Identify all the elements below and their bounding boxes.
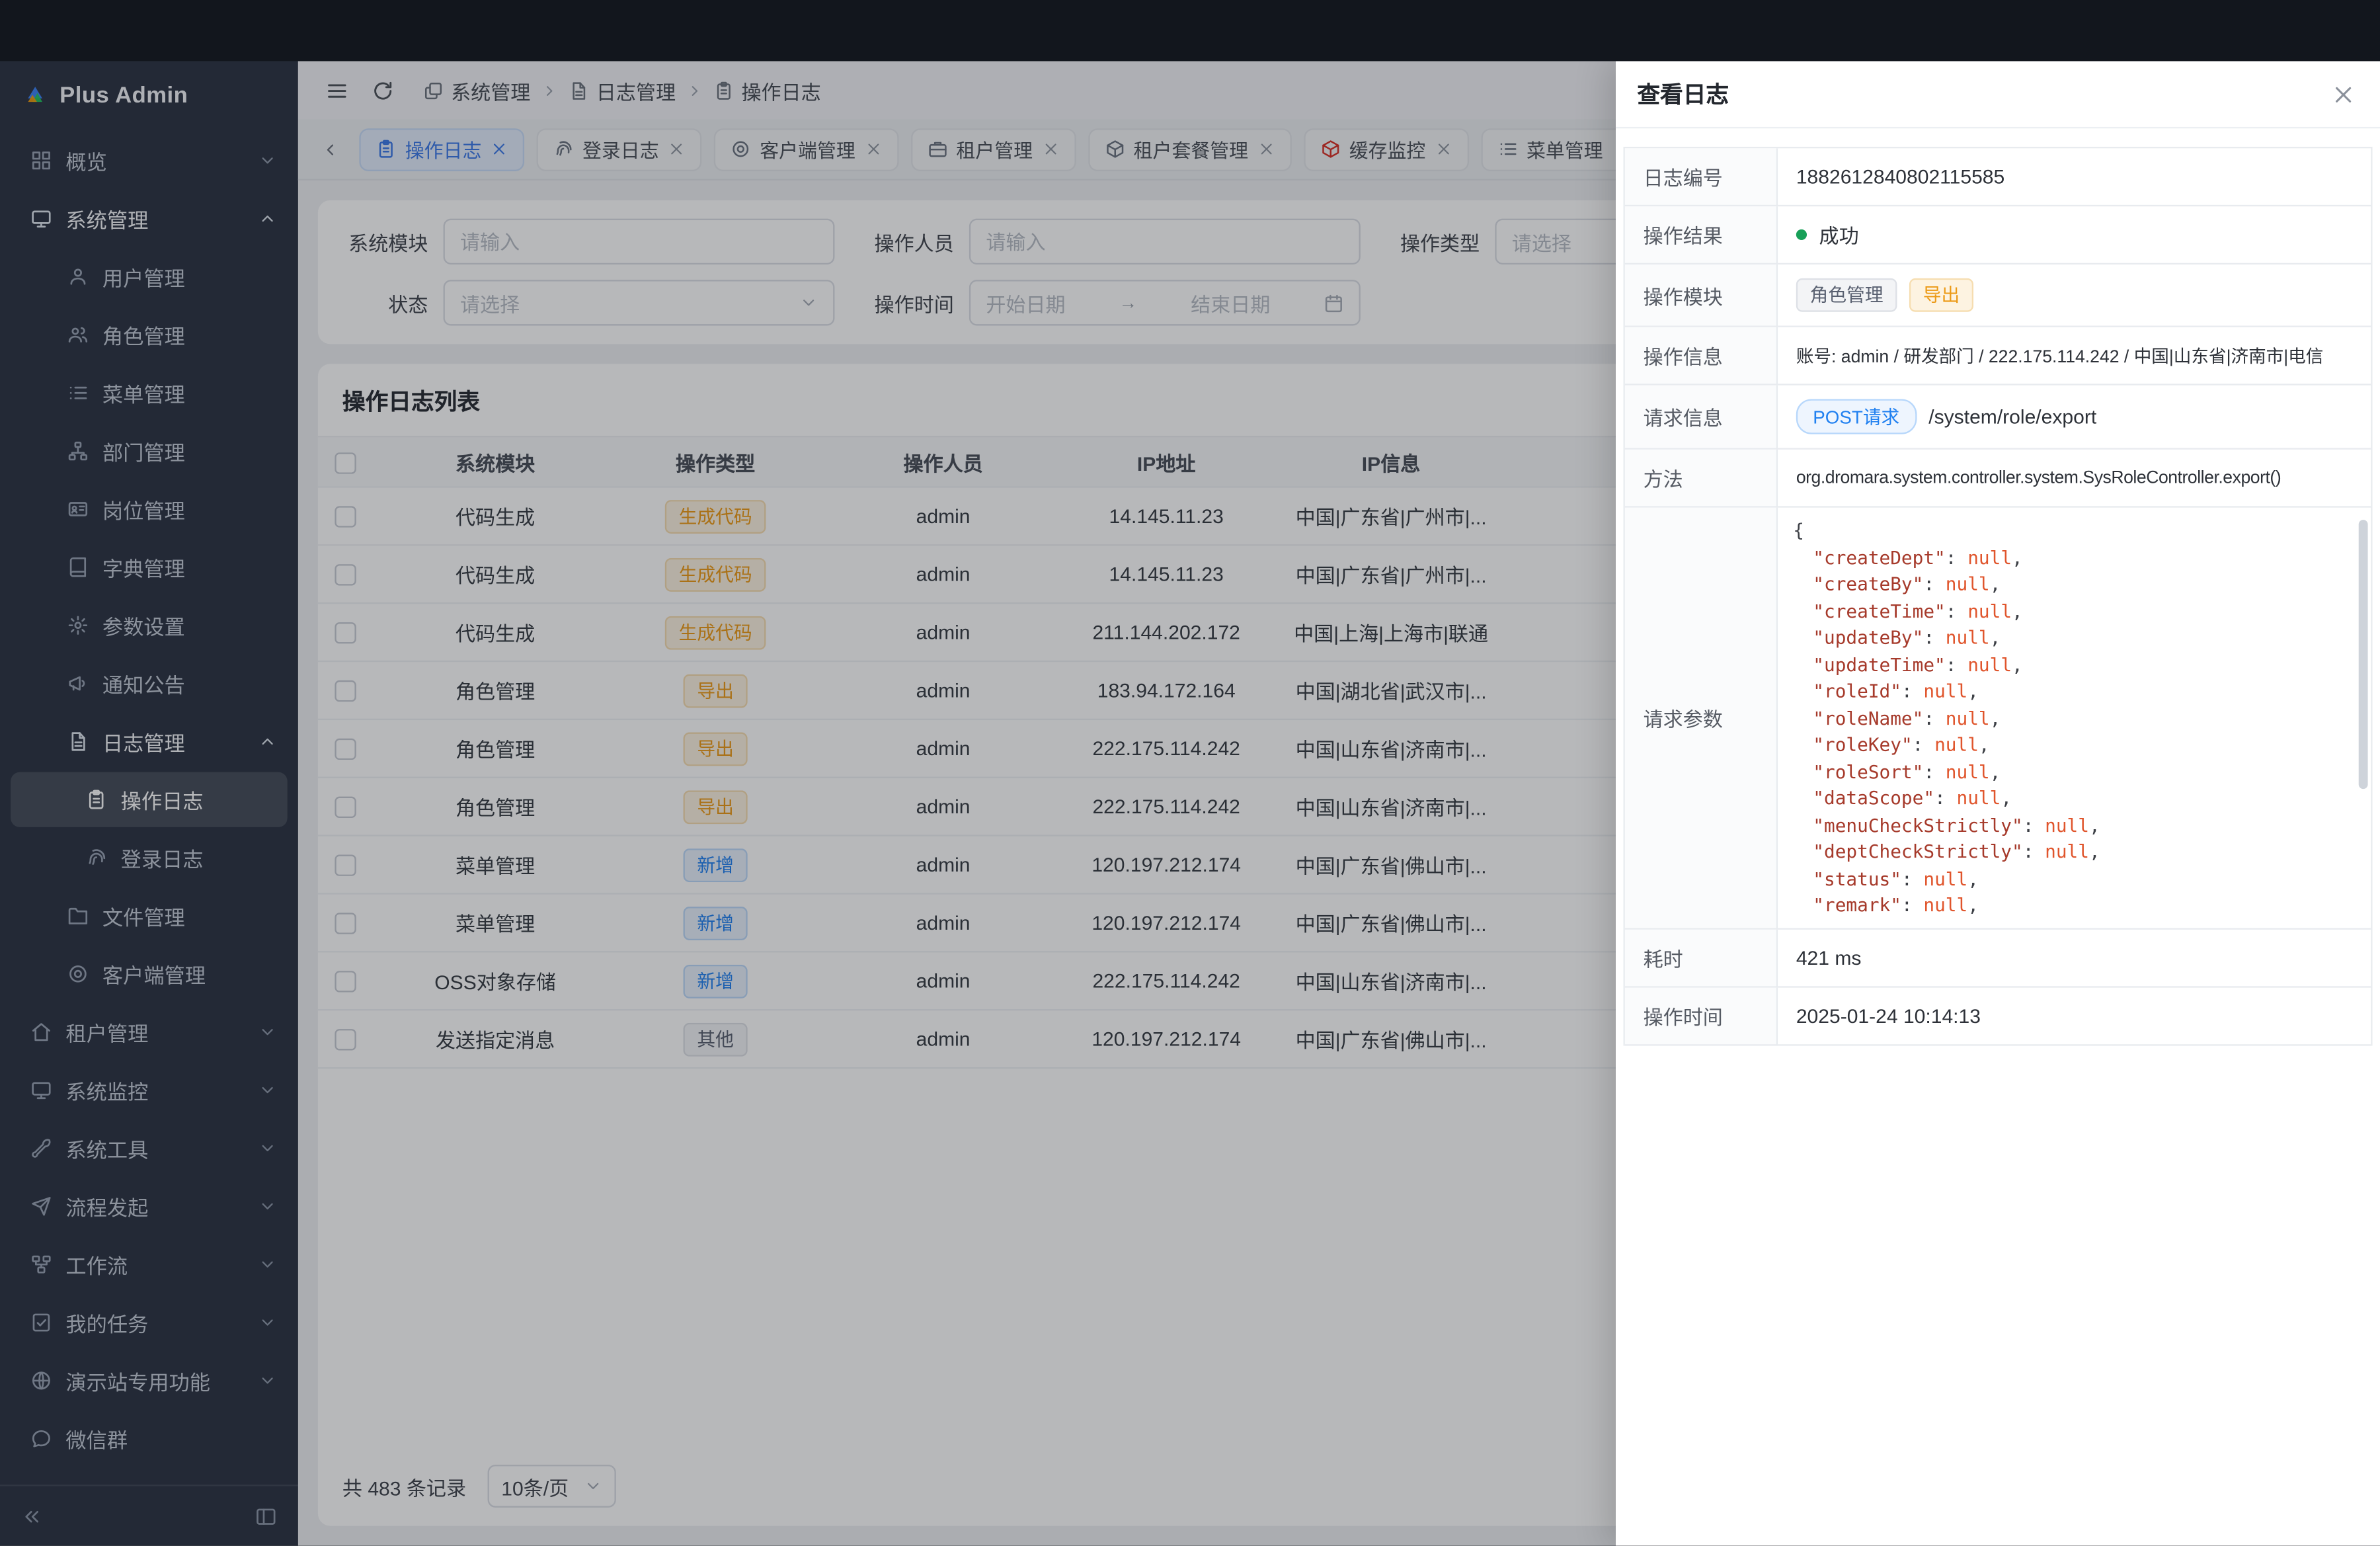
field-value-method: org.dromara.system.controller.system.Sys… bbox=[1778, 450, 2371, 508]
drawer-mask[interactable] bbox=[0, 61, 1616, 1545]
field-value-result: 成功 bbox=[1778, 206, 2371, 264]
app-page: Plus Admin 概览 系统管理 用户管理 bbox=[0, 61, 2380, 1545]
field-label-params: 请求参数 bbox=[1625, 508, 1778, 930]
field-label-info: 操作信息 bbox=[1625, 327, 1778, 386]
drawer-title: 查看日志 bbox=[1637, 78, 1729, 110]
view-log-drawer: 查看日志 日志编号 1882612840802115585 操作结果 成功 操作… bbox=[1616, 61, 2380, 1545]
field-label-duration: 耗时 bbox=[1625, 930, 1778, 988]
field-label-result: 操作结果 bbox=[1625, 206, 1778, 264]
drawer-header: 查看日志 bbox=[1616, 61, 2380, 128]
field-label-log-id: 日志编号 bbox=[1625, 148, 1778, 206]
module-tag: 角色管理 bbox=[1796, 278, 1897, 312]
field-value-module: 角色管理 导出 bbox=[1778, 264, 2371, 327]
field-value-info: 账号: admin / 研发部门 / 222.175.114.242 / 中国|… bbox=[1778, 327, 2371, 386]
field-label-time: 操作时间 bbox=[1625, 988, 1778, 1046]
scrollbar-thumb[interactable] bbox=[2359, 520, 2368, 789]
field-label-method: 方法 bbox=[1625, 450, 1778, 508]
operation-type-tag: 导出 bbox=[1909, 278, 1973, 312]
field-value-duration: 421 ms bbox=[1778, 930, 2371, 988]
window-top-bar bbox=[0, 0, 2380, 61]
field-label-module: 操作模块 bbox=[1625, 264, 1778, 327]
success-dot-icon bbox=[1796, 229, 1807, 240]
close-icon bbox=[2331, 82, 2356, 106]
result-text: 成功 bbox=[1819, 220, 1859, 249]
post-method-tag: POST请求 bbox=[1796, 399, 1917, 434]
drawer-body: 日志编号 1882612840802115585 操作结果 成功 操作模块 角色… bbox=[1616, 128, 2380, 1064]
request-params-json[interactable]: { createDeptnull createBynull createTime… bbox=[1778, 508, 2371, 930]
log-detail-table: 日志编号 1882612840802115585 操作结果 成功 操作模块 角色… bbox=[1624, 147, 2373, 1046]
field-label-request: 请求信息 bbox=[1625, 386, 1778, 450]
drawer-close-button[interactable] bbox=[2331, 82, 2356, 106]
field-value-request: POST请求 /system/role/export bbox=[1778, 386, 2371, 450]
field-value-params: { createDeptnull createBynull createTime… bbox=[1778, 508, 2371, 930]
screen: Plus Admin 概览 系统管理 用户管理 bbox=[0, 0, 2380, 1546]
field-value-log-id: 1882612840802115585 bbox=[1778, 148, 2371, 206]
request-url: /system/role/export bbox=[1928, 405, 2096, 428]
field-value-time: 2025-01-24 10:14:13 bbox=[1778, 988, 2371, 1046]
